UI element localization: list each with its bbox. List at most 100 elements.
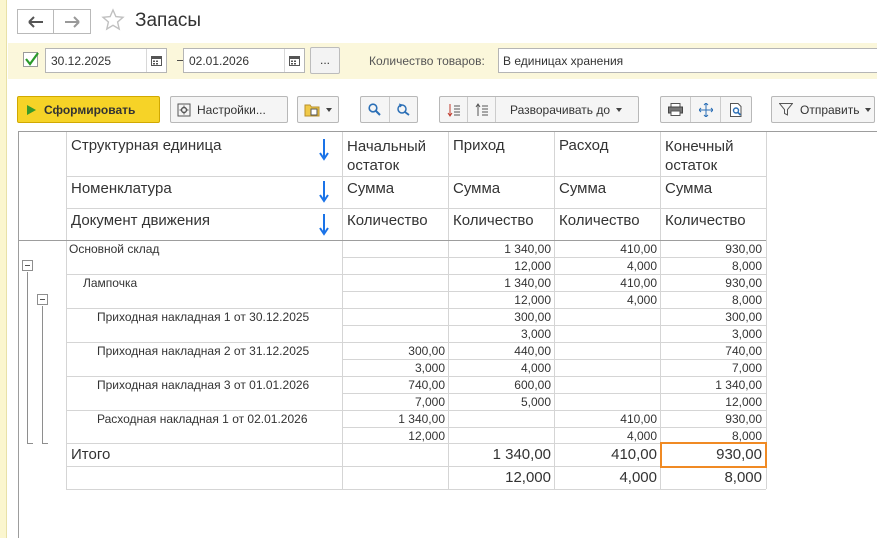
collapse-group-toggle[interactable]	[22, 260, 33, 271]
period-select-button[interactable]: ...	[310, 47, 340, 74]
expand-to-label[interactable]: Разворачивать до	[496, 103, 616, 117]
date-to-field[interactable]: 02.01.2026	[183, 48, 305, 73]
grid-line	[342, 359, 766, 360]
period-checkbox[interactable]	[23, 52, 39, 67]
total-expense-qty[interactable]: 4,000	[559, 469, 657, 486]
grid-line	[66, 176, 766, 177]
generate-button[interactable]: Сформировать	[17, 96, 160, 123]
header-bottom-line	[19, 240, 766, 241]
total-receipt-sum[interactable]: 1 340,00	[453, 446, 551, 463]
total-closing-qty[interactable]: 8,000	[665, 469, 762, 486]
report-spreadsheet[interactable]: Структурная единица Номенклатура Докумен…	[18, 131, 877, 538]
sum-cell[interactable]: 930,00	[661, 242, 762, 256]
print-icon[interactable]	[661, 97, 691, 122]
quantity-cell[interactable]: 4,000	[449, 361, 551, 375]
sum-cell[interactable]: 1 340,00	[449, 276, 551, 290]
arrow-left-icon	[28, 15, 43, 28]
quantity-cell[interactable]: 8,000	[661, 429, 762, 443]
expand-groups-icon[interactable]	[468, 97, 496, 122]
grid-line	[66, 342, 766, 343]
tree-line	[27, 272, 28, 443]
arrow-down-icon	[319, 181, 329, 203]
sum-cell[interactable]: 740,00	[661, 344, 762, 358]
grid-line	[66, 489, 766, 490]
chevron-down-icon	[616, 107, 623, 112]
sum-cell[interactable]: 1 340,00	[449, 242, 551, 256]
sum-cell[interactable]: 740,00	[343, 378, 445, 392]
move-icon[interactable]	[691, 97, 721, 122]
arrow-right-icon	[65, 15, 80, 28]
header-quantity: Количество	[559, 212, 640, 229]
row-label[interactable]: Приходная накладная 1 от 30.12.2025	[97, 310, 309, 324]
search-icon[interactable]	[361, 97, 390, 122]
quantity-cell[interactable]: 8,000	[661, 259, 762, 273]
calendar-icon[interactable]	[284, 49, 304, 72]
arrow-down-icon	[319, 139, 329, 161]
quantity-cell[interactable]: 12,000	[449, 293, 551, 307]
date-to-value: 02.01.2026	[189, 54, 250, 68]
quantity-cell[interactable]: 3,000	[343, 361, 445, 375]
quantity-cell[interactable]: 4,000	[555, 293, 657, 307]
header-sum: Сумма	[453, 180, 501, 197]
header-receipt: Приход	[453, 137, 505, 154]
header-quantity: Количество	[347, 212, 428, 229]
forward-button[interactable]	[53, 9, 91, 34]
sum-cell[interactable]: 930,00	[661, 412, 762, 426]
header-expense: Расход	[559, 137, 609, 154]
favorite-star-icon[interactable]	[101, 8, 125, 35]
sum-cell[interactable]: 300,00	[661, 310, 762, 324]
total-expense-sum[interactable]: 410,00	[559, 446, 657, 463]
row-label[interactable]: Приходная накладная 3 от 01.01.2026	[97, 378, 309, 392]
row-label[interactable]: Приходная накладная 2 от 31.12.2025	[97, 344, 309, 358]
quantity-field[interactable]: В единицах хранения	[498, 48, 877, 73]
quantity-cell[interactable]: 8,000	[661, 293, 762, 307]
quantity-cell[interactable]: 5,000	[449, 395, 551, 409]
sum-cell[interactable]: 1 340,00	[661, 378, 762, 392]
row-label[interactable]: Лампочка	[83, 276, 137, 290]
collapse-groups-icon[interactable]	[440, 97, 468, 122]
quantity-cell[interactable]: 4,000	[555, 429, 657, 443]
quantity-cell[interactable]: 3,000	[449, 327, 551, 341]
calendar-icon[interactable]	[146, 49, 166, 72]
sum-cell[interactable]: 1 340,00	[343, 412, 445, 426]
sum-cell[interactable]: 410,00	[555, 412, 657, 426]
settings-button[interactable]: Настройки...	[170, 96, 288, 123]
quantity-cell[interactable]: 7,000	[661, 361, 762, 375]
print-preview-icon[interactable]	[721, 102, 751, 117]
quantity-cell[interactable]: 3,000	[661, 327, 762, 341]
grid-line	[66, 410, 766, 411]
tree-line	[27, 443, 33, 444]
quantity-cell[interactable]: 12,000	[449, 259, 551, 273]
variants-dropdown[interactable]	[297, 96, 339, 123]
grid-line	[66, 208, 766, 209]
back-button[interactable]	[17, 9, 55, 34]
search-next-icon[interactable]	[390, 103, 418, 116]
total-receipt-qty[interactable]: 12,000	[453, 469, 551, 486]
quantity-cell[interactable]: 7,000	[343, 395, 445, 409]
quantity-cell[interactable]: 4,000	[555, 259, 657, 273]
quantity-cell[interactable]: 12,000	[661, 395, 762, 409]
generate-label: Сформировать	[44, 102, 136, 117]
tree-line	[42, 306, 43, 443]
sum-cell[interactable]: 300,00	[449, 310, 551, 324]
grid-line	[766, 132, 767, 489]
grid-line	[342, 257, 766, 258]
settings-icon	[171, 103, 197, 117]
sum-cell[interactable]: 410,00	[555, 276, 657, 290]
grid-line	[342, 291, 766, 292]
header-closing-balance: Конечный остаток	[665, 138, 734, 174]
sum-cell[interactable]: 600,00	[449, 378, 551, 392]
sum-cell[interactable]: 440,00	[449, 344, 551, 358]
collapse-group-toggle[interactable]	[37, 294, 48, 305]
header-sum: Сумма	[559, 180, 607, 197]
date-from-field[interactable]: 30.12.2025	[45, 48, 167, 73]
row-label[interactable]: Основной склад	[69, 242, 159, 256]
header-structural-unit: Структурная единица	[71, 137, 222, 154]
sum-cell[interactable]: 930,00	[661, 276, 762, 290]
header-nomenclature: Номенклатура	[71, 180, 172, 197]
sum-cell[interactable]: 410,00	[555, 242, 657, 256]
row-label[interactable]: Расходная накладная 1 от 02.01.2026	[97, 412, 308, 426]
send-button[interactable]: Отправить	[771, 96, 875, 123]
sum-cell[interactable]: 300,00	[343, 344, 445, 358]
quantity-cell[interactable]: 12,000	[343, 429, 445, 443]
